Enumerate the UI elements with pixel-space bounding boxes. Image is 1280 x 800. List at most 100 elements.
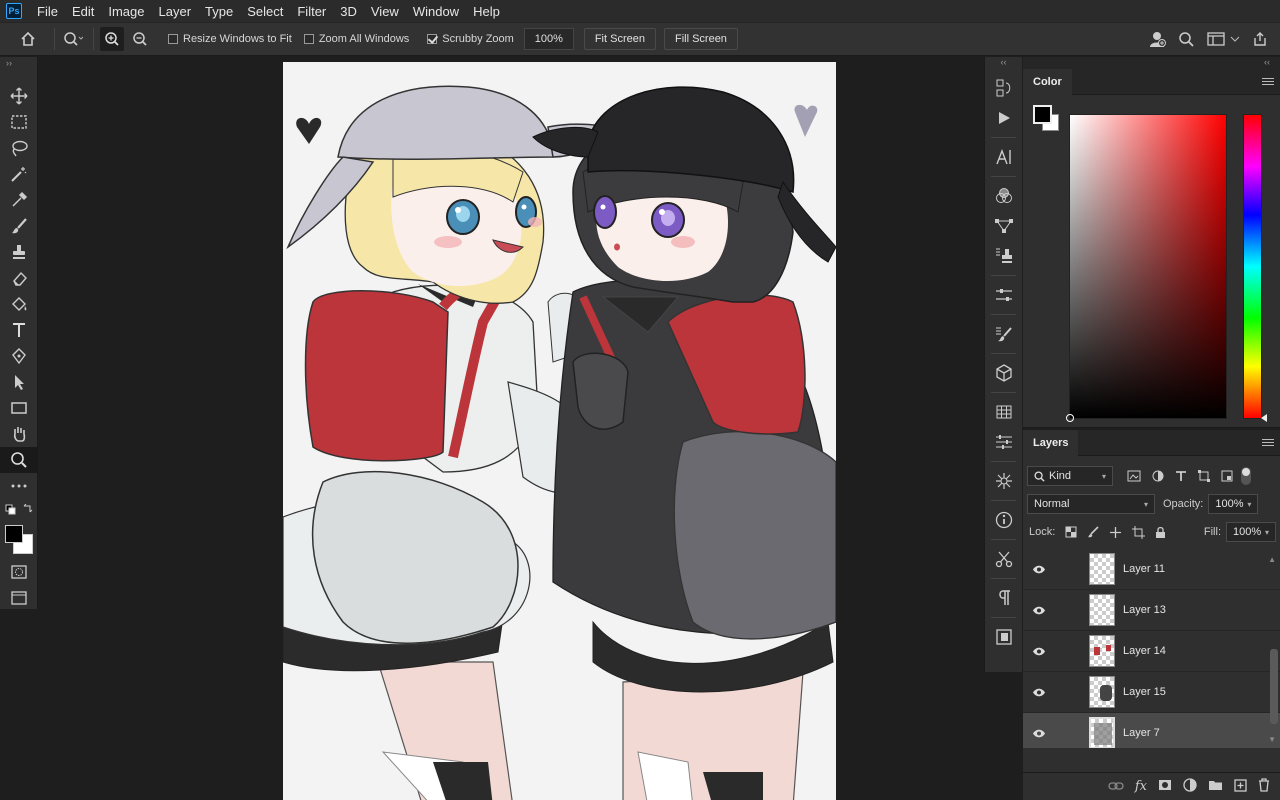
- lock-all-icon[interactable]: [1155, 526, 1166, 539]
- collapse-dock-icon[interactable]: ‹‹: [1023, 57, 1280, 69]
- delete-layer-trash-icon[interactable]: [1258, 778, 1270, 795]
- zoom-percent-field[interactable]: 100%: [523, 28, 574, 50]
- screen-mode-icon[interactable]: [0, 585, 38, 611]
- hue-slider-handle[interactable]: [1261, 414, 1267, 422]
- channels-icon[interactable]: [985, 181, 1023, 211]
- zoom-tool-preset-icon[interactable]: [61, 27, 85, 51]
- foreground-background-swatches[interactable]: [0, 521, 37, 554]
- layer-row[interactable]: Layer 11: [1023, 549, 1280, 590]
- opacity-field[interactable]: 100% ▾: [1208, 494, 1259, 514]
- pen-tool-icon[interactable]: [0, 343, 38, 369]
- glyphs-book-icon[interactable]: [985, 622, 1023, 652]
- type-tool-icon[interactable]: [0, 317, 38, 343]
- workspace-chevron-down-icon[interactable]: [1228, 27, 1242, 51]
- menu-select[interactable]: Select: [240, 4, 290, 19]
- zoom-all-windows-box[interactable]: [303, 34, 314, 44]
- layer-name[interactable]: Layer 14: [1123, 645, 1166, 657]
- scrubby-zoom-checkbox[interactable]: Scrubby Zoom: [427, 33, 514, 45]
- lock-position-icon[interactable]: [1109, 526, 1122, 539]
- swatches-grid-icon[interactable]: [985, 397, 1023, 427]
- quick-mask-icon[interactable]: [0, 559, 38, 585]
- menu-help[interactable]: Help: [466, 4, 507, 19]
- zoom-in-icon[interactable]: [100, 27, 124, 51]
- resize-windows-box[interactable]: [168, 34, 178, 44]
- fill-screen-button[interactable]: Fill Screen: [663, 28, 738, 50]
- layer-row[interactable]: Layer 13: [1023, 590, 1280, 631]
- menu-window[interactable]: Window: [406, 4, 466, 19]
- zoom-out-icon[interactable]: [128, 27, 152, 51]
- zoom-tool-icon[interactable]: [0, 447, 38, 473]
- info-icon[interactable]: [985, 505, 1023, 535]
- lock-image-pixels-icon[interactable]: [1087, 526, 1099, 538]
- color-fg-bg-swatches[interactable]: [1033, 105, 1059, 131]
- collapse-toolbar-icon[interactable]: ››: [0, 57, 37, 69]
- layer-name[interactable]: Layer 15: [1123, 686, 1166, 698]
- add-mask-icon[interactable]: [1158, 779, 1172, 794]
- workspace-icon[interactable]: [1204, 27, 1228, 51]
- adjustments-icon[interactable]: [985, 280, 1023, 310]
- history-icon[interactable]: [985, 73, 1023, 103]
- foreground-color-swatch[interactable]: [5, 525, 23, 543]
- tab-color[interactable]: Color: [1023, 68, 1072, 95]
- character-icon[interactable]: [985, 142, 1023, 172]
- brush-settings-icon[interactable]: [985, 319, 1023, 349]
- filter-pixel-icon[interactable]: [1127, 470, 1141, 482]
- visibility-eye-icon[interactable]: [1023, 729, 1055, 738]
- rectangle-tool-icon[interactable]: [0, 395, 38, 421]
- new-group-folder-icon[interactable]: [1208, 779, 1223, 794]
- menu-image[interactable]: Image: [101, 4, 151, 19]
- menu-file[interactable]: File: [30, 4, 65, 19]
- filter-type-icon[interactable]: [1175, 470, 1187, 482]
- stamp-tool-icon[interactable]: [0, 239, 38, 265]
- paint-bucket-tool-icon[interactable]: [0, 291, 38, 317]
- layers-scrollbar-thumb[interactable]: [1270, 649, 1278, 724]
- fit-screen-button[interactable]: Fit Screen: [583, 28, 656, 50]
- share-user-icon[interactable]: [1146, 27, 1170, 51]
- new-adjustment-layer-icon[interactable]: [1183, 778, 1197, 795]
- menu-type[interactable]: Type: [198, 4, 240, 19]
- navigator-compass-icon[interactable]: [985, 466, 1023, 496]
- properties-sliders-icon[interactable]: [985, 427, 1023, 457]
- default-colors-icon[interactable]: [0, 499, 37, 521]
- move-tool-icon[interactable]: [0, 83, 38, 109]
- layer-name[interactable]: Layer 7: [1123, 727, 1160, 739]
- new-layer-icon[interactable]: [1234, 778, 1247, 795]
- collapse-panels-icon[interactable]: ‹‹: [985, 57, 1022, 69]
- layers-list[interactable]: ▲ ▼ Layer 11 Layer 13 Layer 14 Layer 15 …: [1023, 549, 1280, 748]
- blend-mode-select[interactable]: Normal ▾: [1027, 494, 1155, 514]
- menu-view[interactable]: View: [364, 4, 406, 19]
- 3d-icon[interactable]: [985, 358, 1023, 388]
- layer-name[interactable]: Layer 11: [1123, 563, 1165, 575]
- marquee-tool-icon[interactable]: [0, 109, 38, 135]
- visibility-eye-icon[interactable]: [1023, 688, 1055, 697]
- fill-field[interactable]: 100% ▾: [1226, 522, 1276, 542]
- search-icon[interactable]: [1174, 27, 1198, 51]
- zoom-all-windows-checkbox[interactable]: Zoom All Windows: [303, 33, 409, 45]
- layer-row-selected[interactable]: Layer 7: [1023, 713, 1280, 748]
- hue-slider[interactable]: [1243, 114, 1267, 422]
- menu-3d[interactable]: 3D: [333, 4, 364, 19]
- actions-play-icon[interactable]: [985, 103, 1023, 133]
- export-share-icon[interactable]: [1248, 27, 1272, 51]
- lock-artboard-icon[interactable]: [1132, 525, 1146, 539]
- visibility-eye-icon[interactable]: [1023, 565, 1055, 574]
- menu-filter[interactable]: Filter: [290, 4, 333, 19]
- filter-shape-icon[interactable]: [1198, 470, 1210, 482]
- path-selection-tool-icon[interactable]: [0, 369, 38, 395]
- layers-panel-menu-icon[interactable]: [1262, 437, 1274, 448]
- layer-row[interactable]: Layer 14: [1023, 631, 1280, 672]
- scroll-down-icon[interactable]: ▼: [1268, 735, 1276, 744]
- lasso-tool-icon[interactable]: [0, 135, 38, 161]
- menu-edit[interactable]: Edit: [65, 4, 101, 19]
- menu-layer[interactable]: Layer: [152, 4, 199, 19]
- filter-adjustment-icon[interactable]: [1152, 470, 1164, 482]
- magic-wand-tool-icon[interactable]: [0, 161, 38, 187]
- visibility-eye-icon[interactable]: [1023, 606, 1055, 615]
- tool-presets-scissors-icon[interactable]: [985, 544, 1023, 574]
- layer-row[interactable]: Layer 15: [1023, 672, 1280, 713]
- visibility-eye-icon[interactable]: [1023, 647, 1055, 656]
- scrubby-zoom-box[interactable]: [427, 34, 438, 44]
- layer-name[interactable]: Layer 13: [1123, 604, 1166, 616]
- link-layers-icon[interactable]: [1108, 779, 1124, 794]
- color-panel-menu-icon[interactable]: [1262, 76, 1274, 87]
